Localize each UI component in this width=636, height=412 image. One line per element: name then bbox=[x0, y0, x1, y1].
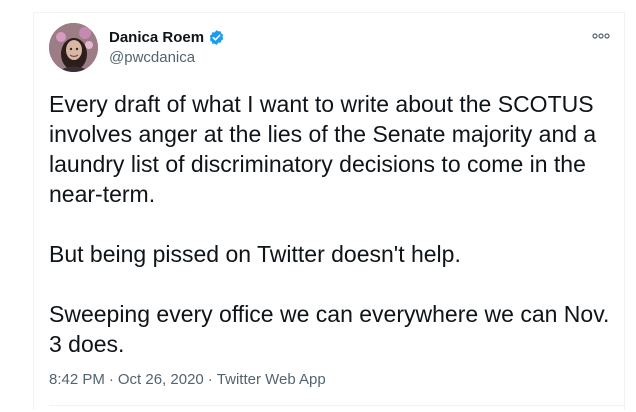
avatar-image bbox=[49, 23, 98, 72]
avatar[interactable] bbox=[49, 23, 98, 72]
author-handle[interactable]: @pwcdanica bbox=[109, 49, 225, 66]
display-name-row: Danica Roem bbox=[109, 27, 225, 47]
separator: · bbox=[207, 371, 213, 388]
tweet-paragraph: Sweeping every office we can everywhere … bbox=[49, 301, 610, 357]
display-name[interactable]: Danica Roem bbox=[109, 29, 204, 46]
tweet-header: Danica Roem @pwcdanica bbox=[49, 23, 624, 75]
tweet-paragraph: But being pissed on Twitter doesn't help… bbox=[49, 241, 461, 267]
author-names: Danica Roem @pwcdanica bbox=[109, 27, 225, 66]
divider bbox=[49, 405, 624, 406]
tweet-metadata: 8:42 PM · Oct 26, 2020 · Twitter Web App bbox=[49, 371, 326, 388]
tweet-card: Danica Roem @pwcdanica Every draft of wh… bbox=[33, 12, 625, 410]
separator: · bbox=[108, 371, 114, 388]
more-icon bbox=[592, 33, 610, 39]
tweet-paragraph: Every draft of what I want to write abou… bbox=[49, 91, 597, 207]
more-button[interactable] bbox=[590, 29, 612, 43]
tweet-date[interactable]: Oct 26, 2020 bbox=[118, 371, 204, 388]
verified-badge-icon bbox=[208, 29, 225, 46]
tweet-text: Every draft of what I want to write abou… bbox=[49, 89, 619, 359]
tweet-time[interactable]: 8:42 PM bbox=[49, 371, 105, 388]
tweet-source[interactable]: Twitter Web App bbox=[217, 371, 326, 388]
